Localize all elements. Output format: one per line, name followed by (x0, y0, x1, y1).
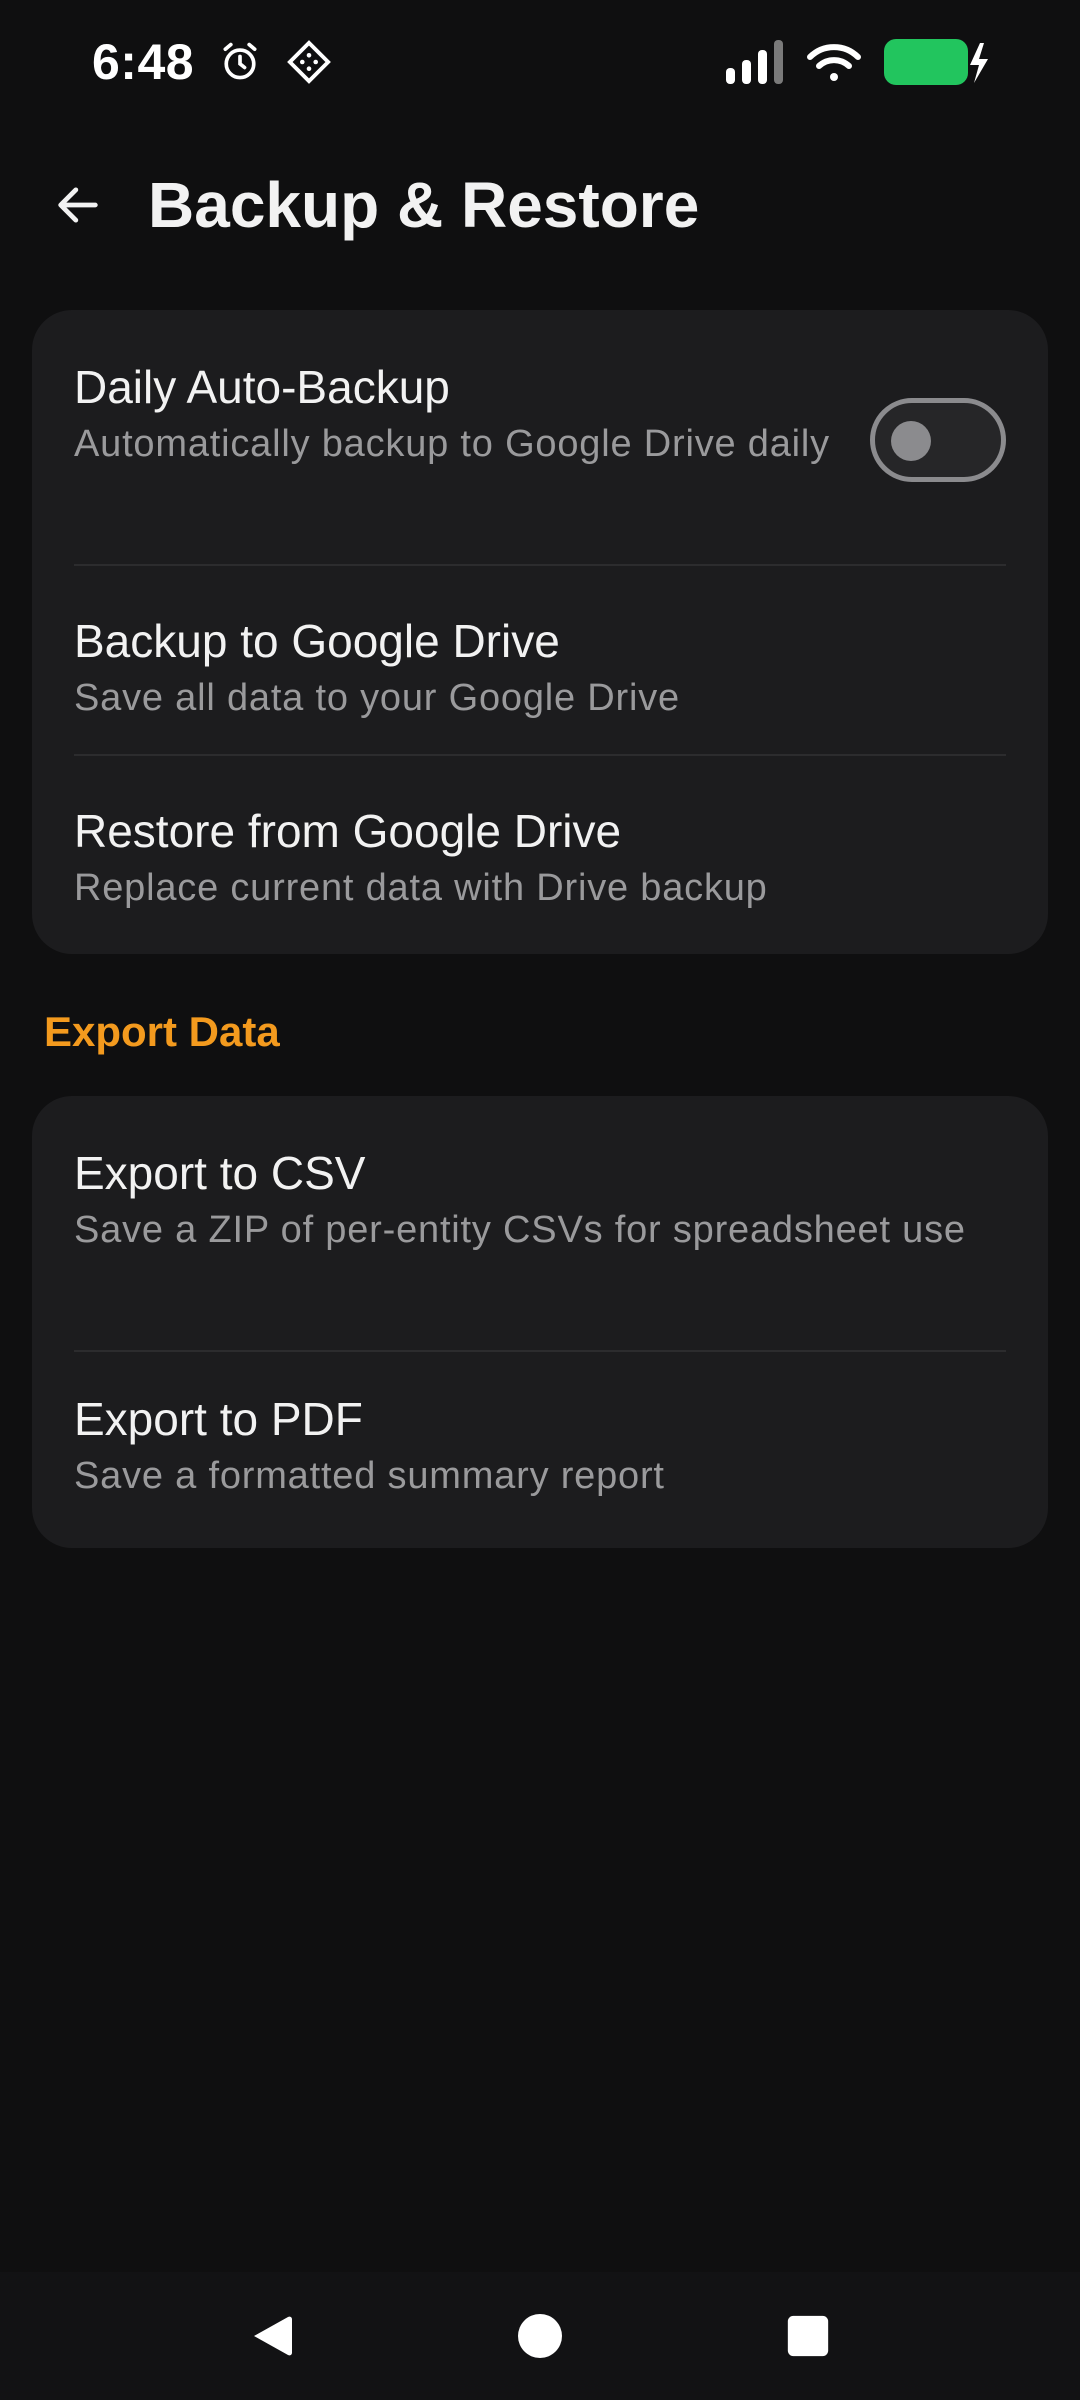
export-csv-row[interactable]: Export to CSV Save a ZIP of per-entity C… (32, 1096, 1048, 1350)
toggle-knob (891, 421, 931, 461)
export-pdf-title: Export to PDF (74, 1393, 363, 1445)
backup-to-drive-title: Backup to Google Drive (74, 615, 560, 667)
arrow-left-icon (58, 187, 98, 223)
export-data-header: Export Data (44, 1008, 280, 1055)
restore-from-drive-row[interactable]: Restore from Google Drive Replace curren… (32, 756, 1048, 954)
nav-back-icon (254, 2316, 292, 2356)
app-bar: Backup & Restore (0, 140, 1080, 270)
status-left: 6:48 (92, 33, 332, 91)
back-button[interactable] (38, 165, 118, 245)
signal-icon (724, 40, 784, 84)
screen: 6:48 Backup & Restore Daily Auto-Backup … (0, 0, 1080, 2400)
daily-auto-backup-title: Daily Auto-Backup (74, 361, 450, 413)
export-card: Export to CSV Save a ZIP of per-entity C… (32, 1096, 1048, 1548)
status-bar: 6:48 (0, 0, 1080, 124)
wifi-icon (806, 39, 862, 85)
status-right (724, 39, 992, 85)
daily-auto-backup-toggle[interactable] (870, 398, 1006, 482)
navigation-bar (0, 2272, 1080, 2400)
nav-home-button[interactable] (496, 2292, 584, 2380)
app-notification-icon (286, 39, 332, 85)
nav-recents-button[interactable] (764, 2292, 852, 2380)
status-time: 6:48 (92, 34, 195, 90)
export-csv-subtitle: Save a ZIP of per-entity CSVs for spread… (74, 1209, 966, 1251)
export-pdf-subtitle: Save a formatted summary report (74, 1455, 665, 1497)
daily-auto-backup-subtitle: Automatically backup to Google Drive dai… (74, 423, 830, 465)
backup-card: Daily Auto-Backup Automatically backup t… (32, 310, 1048, 954)
daily-auto-backup-row[interactable]: Daily Auto-Backup Automatically backup t… (32, 310, 1048, 564)
export-csv-title: Export to CSV (74, 1147, 366, 1199)
nav-back-button[interactable] (228, 2292, 316, 2380)
page-title: Backup & Restore (148, 169, 700, 241)
restore-from-drive-subtitle: Replace current data with Drive backup (74, 867, 768, 909)
alarm-icon (218, 40, 262, 84)
nav-recents-icon (787, 2315, 829, 2357)
export-pdf-row[interactable]: Export to PDF Save a formatted summary r… (32, 1352, 1048, 1548)
battery-charging-icon (884, 39, 992, 85)
backup-to-drive-row[interactable]: Backup to Google Drive Save all data to … (32, 566, 1048, 754)
restore-from-drive-title: Restore from Google Drive (74, 805, 622, 857)
backup-to-drive-subtitle: Save all data to your Google Drive (74, 677, 680, 719)
nav-home-icon (518, 2314, 562, 2358)
